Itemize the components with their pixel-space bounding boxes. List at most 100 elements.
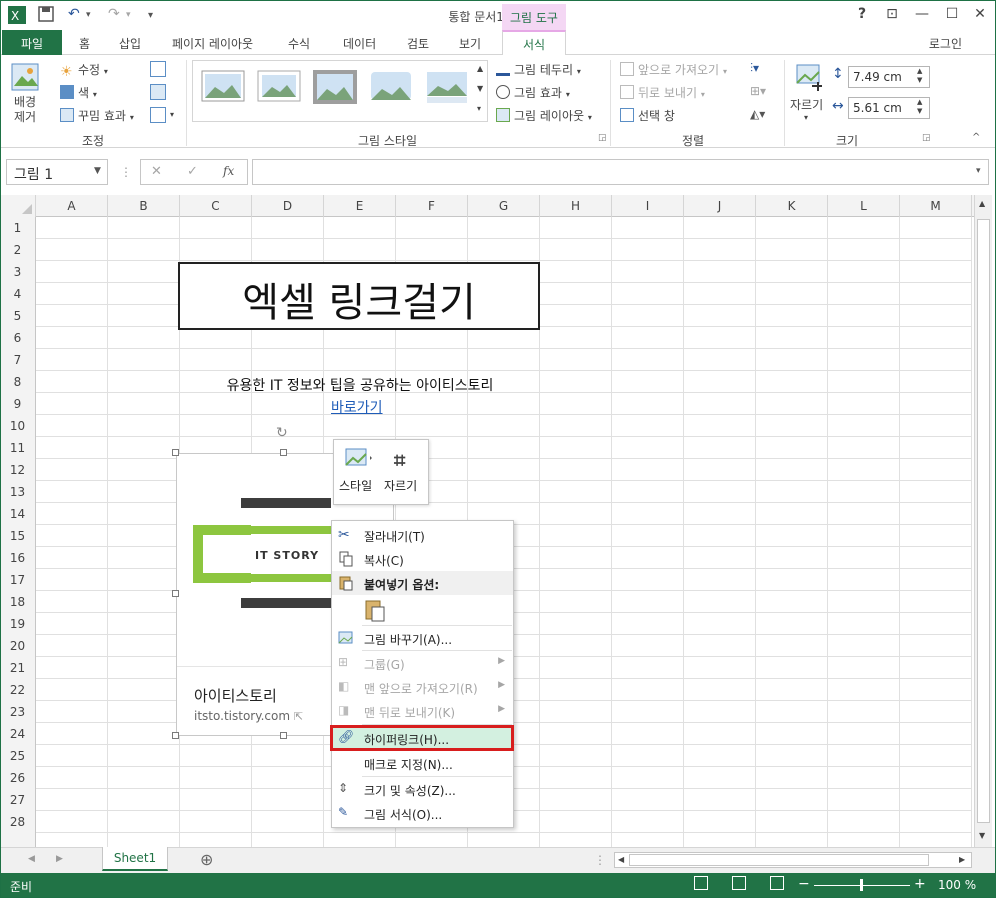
style-thumb[interactable] [200,69,246,105]
group-objects-icon[interactable]: ⊞▾ [750,84,766,98]
tab-home[interactable]: 홈 [79,35,90,52]
column-header[interactable]: E [324,195,396,217]
formula-input[interactable] [252,159,989,185]
corrections-button[interactable]: ☀ 수정 ▾ [60,61,108,80]
column-header[interactable]: K [756,195,828,217]
row-header[interactable]: 7 [0,349,36,371]
row-header[interactable]: 17 [0,569,36,591]
menu-item-assign-macro[interactable]: 매크로 지정(N)... [332,751,513,775]
add-sheet-button[interactable]: ⊕ [200,850,213,869]
scroll-down-icon[interactable]: ▼ [979,831,985,840]
picture-effects-button[interactable]: 그림 효과 ▾ [496,84,570,101]
menu-item-bring-to-front[interactable]: ◧ 맨 앞으로 가져오기(R) ▶ [332,675,513,699]
scroll-up-icon[interactable]: ▲ [979,199,985,208]
name-box-dropdown-icon[interactable]: ▼ [94,166,101,176]
menu-item-change-picture[interactable]: 그림 바꾸기(A)... [332,626,513,650]
picture-border-button[interactable]: 그림 테두리 ▾ [496,61,581,78]
menu-item-copy[interactable]: 복사(C) [332,547,513,571]
style-thumb[interactable] [312,69,358,105]
column-header[interactable]: M [900,195,972,217]
chevron-down-icon[interactable]: ▾ [804,113,808,122]
expand-formula-icon[interactable]: ▾ [976,166,981,176]
tab-format[interactable]: 서식 [502,30,566,56]
tab-file[interactable]: 파일 [2,30,62,55]
tab-review[interactable]: 검토 [407,35,429,52]
row-header[interactable]: 28 [0,811,36,833]
column-header[interactable]: H [540,195,612,217]
row-header[interactable]: 4 [0,283,36,305]
zoom-slider-thumb[interactable] [860,879,863,891]
resize-handle[interactable] [172,449,179,456]
tab-split-grip-icon[interactable]: ⋮ [594,853,606,867]
login-link[interactable]: 로그인 [929,35,962,52]
resize-handle[interactable] [172,590,179,597]
row-header[interactable]: 8 [0,371,36,393]
tab-page-layout[interactable]: 페이지 레이아웃 [172,35,253,52]
row-header[interactable]: 26 [0,767,36,789]
menu-item-cut[interactable]: ✂ 잘라내기(T) [332,523,513,547]
row-header[interactable]: 25 [0,745,36,767]
row-header[interactable]: 6 [0,327,36,349]
width-spinner-icon[interactable]: ▲ ▼ [917,98,922,116]
paste-keep-format-icon[interactable] [364,598,388,625]
remove-background-button[interactable] [10,62,40,95]
bring-forward-button[interactable]: 앞으로 가져오기 ▾ [620,61,727,78]
row-header[interactable]: 1 [0,217,36,239]
column-header[interactable]: C [180,195,252,217]
page-break-view-icon[interactable] [770,876,784,890]
rotate-icon[interactable]: ◭▾ [750,107,765,121]
title-shape[interactable]: 엑셀 링크걸기 [178,262,540,330]
select-all-corner[interactable] [0,195,36,217]
row-header[interactable]: 2 [0,239,36,261]
column-header[interactable]: I [612,195,684,217]
row-header[interactable]: 22 [0,679,36,701]
reset-picture-icon[interactable] [150,107,166,123]
row-header[interactable]: 19 [0,613,36,635]
row-header[interactable]: 3 [0,261,36,283]
next-sheet-icon[interactable]: ▶ [56,854,63,864]
gallery-scroll-up-icon[interactable]: ▲ [477,64,483,73]
scroll-left-icon[interactable]: ◀ [618,855,624,864]
help-button[interactable]: ? [852,6,872,22]
color-button[interactable]: 색 ▾ [60,84,97,101]
crop-button[interactable] [794,62,824,95]
column-header[interactable]: D [252,195,324,217]
resize-handle[interactable] [172,732,179,739]
scroll-right-icon[interactable]: ▶ [959,855,965,864]
zoom-in-icon[interactable]: + [914,876,926,892]
tab-view[interactable]: 보기 [459,35,481,52]
normal-view-icon[interactable] [694,876,708,890]
crop-icon[interactable]: ⌗ [394,448,405,472]
send-backward-button[interactable]: 뒤로 보내기 ▾ [620,84,705,101]
row-header[interactable]: 14 [0,503,36,525]
gallery-more-icon[interactable]: ▾ [477,104,481,113]
insert-function-icon[interactable]: fx [223,164,234,178]
column-header[interactable]: F [396,195,468,217]
crop-mini-label[interactable]: 자르기 [384,477,417,494]
row-header[interactable]: 18 [0,591,36,613]
gallery-scroll-down-icon[interactable]: ▼ [477,84,483,93]
cancel-icon[interactable]: ✕ [151,164,162,179]
menu-item-group[interactable]: ⊞ 그룹(G) ▶ [332,651,513,675]
column-header[interactable]: L [828,195,900,217]
enter-icon[interactable]: ✓ [187,164,198,179]
sheet-tab-sheet1[interactable]: Sheet1 [102,847,168,871]
column-header[interactable]: A [36,195,108,217]
row-header[interactable]: 21 [0,657,36,679]
row-header[interactable]: 27 [0,789,36,811]
change-picture-icon[interactable] [150,84,166,100]
dialog-launcher-icon[interactable]: ◲ [922,133,931,143]
row-header[interactable]: 11 [0,437,36,459]
collapse-ribbon-icon[interactable]: ^ [972,132,980,143]
column-header[interactable]: B [108,195,180,217]
column-header[interactable]: J [684,195,756,217]
style-button[interactable] [344,446,374,473]
horizontal-scroll-thumb[interactable] [629,854,929,866]
row-header[interactable]: 10 [0,415,36,437]
menu-item-size-properties[interactable]: ⇕ 크기 및 속성(Z)... [332,777,513,801]
zoom-out-icon[interactable]: − [798,876,810,892]
style-thumb[interactable] [424,69,470,105]
close-button[interactable]: ✕ [970,6,990,22]
horizontal-scrollbar[interactable]: ◀ ▶ [614,852,972,868]
artistic-effects-button[interactable]: 꾸밈 효과 ▾ [60,107,134,124]
